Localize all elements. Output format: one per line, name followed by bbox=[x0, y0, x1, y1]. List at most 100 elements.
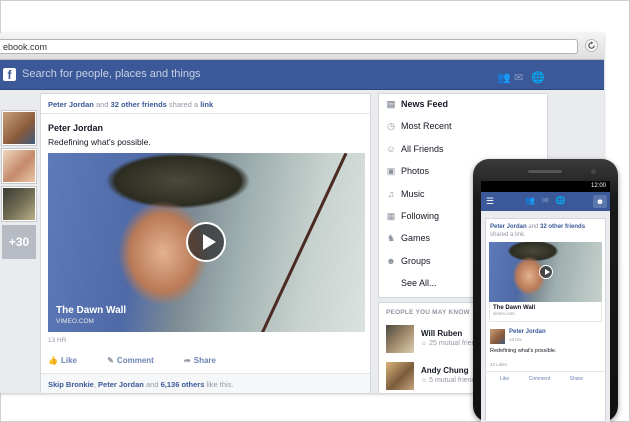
nav-label: Games bbox=[401, 233, 431, 244]
nav-label: Groups bbox=[401, 255, 431, 266]
friends-link[interactable]: 32 other friends bbox=[111, 100, 167, 109]
avatar[interactable] bbox=[2, 149, 36, 183]
reload-icon[interactable] bbox=[585, 39, 598, 52]
pymk-name[interactable]: Andy Chung bbox=[421, 366, 469, 375]
search-input[interactable]: Search for people, places and things bbox=[22, 68, 201, 80]
comment-button[interactable]: Comment bbox=[529, 376, 551, 382]
story-actions: 👍 Like ✎ Comment ➦ Share bbox=[48, 356, 244, 365]
phone-story-text: Redefining what's possible. bbox=[490, 348, 557, 354]
notifications-icon[interactable]: 🌐 bbox=[556, 196, 566, 205]
comment-label: Comment bbox=[116, 356, 154, 365]
header-and: and bbox=[95, 100, 109, 109]
phone-timestamp: 13 hrs bbox=[509, 337, 522, 342]
phone-facebook-bar: ☰ 👥 ✉ 🌐 ☻ bbox=[481, 192, 610, 211]
liker-link[interactable]: Skip Bronkie bbox=[48, 380, 94, 389]
liker-link[interactable]: Peter Jordan bbox=[98, 380, 144, 389]
avatar[interactable] bbox=[386, 362, 414, 390]
video-rope bbox=[251, 153, 348, 332]
address-bar[interactable]: ebook.com bbox=[0, 39, 578, 54]
photos-icon: ▣ bbox=[386, 166, 396, 177]
phone-speaker bbox=[528, 170, 562, 173]
nav-all-friends[interactable]: ☺ All Friends bbox=[379, 139, 547, 161]
nav-label: Most Recent bbox=[401, 121, 452, 132]
friend-requests-icon[interactable]: 👥 bbox=[497, 72, 511, 84]
actor-link[interactable]: Peter Jordan bbox=[490, 224, 527, 230]
actor-link[interactable]: Peter Jordan bbox=[48, 100, 94, 109]
share-button[interactable]: Share bbox=[570, 376, 583, 382]
story-timestamp[interactable]: 13 HR bbox=[48, 337, 66, 344]
play-icon[interactable] bbox=[186, 222, 226, 262]
avatar[interactable] bbox=[2, 111, 36, 145]
shared-link[interactable]: link bbox=[200, 100, 213, 109]
avatar[interactable] bbox=[386, 325, 414, 353]
pymk-name[interactable]: Will Ruben bbox=[421, 329, 462, 338]
avatar[interactable] bbox=[490, 329, 505, 344]
pymk-mutual: ☺ 5 mutual friends bbox=[421, 377, 479, 384]
nav-label: All Friends bbox=[401, 143, 444, 154]
groups-icon: ☻ bbox=[386, 255, 396, 266]
nav-news-feed[interactable]: ▤ News Feed bbox=[379, 94, 547, 116]
like-button[interactable]: 👍 Like bbox=[48, 356, 91, 365]
nav-label: Music bbox=[401, 188, 425, 199]
friends-icon: ☺ bbox=[386, 143, 396, 154]
menu-icon[interactable]: ☰ bbox=[486, 196, 494, 207]
following-icon: ▦ bbox=[386, 210, 396, 221]
facebook-logo-icon[interactable]: f bbox=[3, 68, 16, 82]
comment-button[interactable]: ✎ Comment bbox=[107, 356, 168, 365]
like-label: Like bbox=[60, 356, 77, 365]
friends-list-icon[interactable]: ☻ bbox=[593, 195, 607, 208]
avatar[interactable] bbox=[2, 187, 36, 221]
jewel-icons: 👥 ✉ 🌐 bbox=[497, 68, 548, 86]
phone-author[interactable]: Peter Jordan bbox=[509, 329, 546, 335]
phone-video-thumbnail[interactable] bbox=[489, 242, 602, 302]
video-title[interactable]: The Dawn Wall bbox=[56, 305, 126, 316]
browser-toolbar: ebook.com bbox=[0, 33, 604, 60]
messages-icon[interactable]: ✉ bbox=[542, 196, 549, 205]
phone-link-source: vimeo.com bbox=[493, 311, 515, 316]
like-button[interactable]: Like bbox=[500, 376, 509, 382]
pymk-mutual-text: 5 mutual friends bbox=[429, 377, 479, 384]
more-friends-count[interactable]: +30 bbox=[2, 225, 36, 259]
story-text: Redefining what's possible. bbox=[48, 137, 151, 147]
likers-others-link[interactable]: 6,136 others bbox=[161, 380, 205, 389]
video-thumbnail[interactable]: The Dawn Wall VIMEO.COM bbox=[48, 153, 365, 332]
phone-story-header: Peter Jordan and 32 other friends shared… bbox=[486, 219, 605, 239]
phone-actions: Like Comment Share bbox=[486, 371, 605, 382]
news-feed-icon: ▤ bbox=[386, 99, 396, 109]
share-icon: ➦ bbox=[184, 356, 191, 365]
phone-likes[interactable]: 42 Likes bbox=[490, 362, 507, 367]
notifications-icon[interactable]: 🌐 bbox=[531, 72, 545, 84]
nav-label: Photos bbox=[401, 166, 430, 177]
friends-rail: +30 bbox=[2, 111, 38, 259]
games-icon: ♞ bbox=[386, 233, 396, 244]
friends-link[interactable]: 32 other friends bbox=[540, 224, 585, 230]
phone-link-box[interactable]: The Dawn Wall vimeo.com bbox=[489, 303, 602, 322]
nav-most-recent[interactable]: ◷ Most Recent bbox=[379, 116, 547, 138]
music-icon: ♫ bbox=[387, 188, 395, 199]
video-source: VIMEO.COM bbox=[56, 318, 94, 325]
share-button[interactable]: ➦ Share bbox=[184, 356, 230, 365]
phone-status-bar: 12:00 bbox=[481, 181, 610, 192]
thumbs-up-icon: 👍 bbox=[48, 356, 58, 365]
phone-link-title: The Dawn Wall bbox=[493, 305, 536, 311]
likes-and: and bbox=[145, 380, 159, 389]
header-action: shared a link. bbox=[490, 232, 526, 238]
phone-story: Peter Jordan and 32 other friends shared… bbox=[485, 218, 606, 422]
header-and: and bbox=[528, 224, 539, 230]
likes-suffix: like this. bbox=[206, 380, 234, 389]
share-label: Share bbox=[193, 356, 216, 365]
mutual-friends-icon: ☺ bbox=[421, 378, 428, 384]
messages-icon[interactable]: ✉ bbox=[514, 72, 526, 84]
news-feed-story: Peter Jordan and 32 other friends shared… bbox=[40, 93, 371, 393]
mutual-friends-icon: ☺ bbox=[421, 341, 428, 347]
header-action: shared a bbox=[168, 100, 199, 109]
play-icon[interactable] bbox=[539, 265, 553, 279]
story-author[interactable]: Peter Jordan bbox=[48, 123, 103, 133]
facebook-top-bar: f Search for people, places and things 👥… bbox=[0, 60, 604, 90]
phone-jewel-icons: 👥 ✉ 🌐 bbox=[525, 196, 573, 205]
friend-requests-icon[interactable]: 👥 bbox=[525, 196, 535, 205]
story-likes: Skip Bronkie, Peter Jordan and 6,136 oth… bbox=[41, 373, 370, 393]
nav-label: See All... bbox=[401, 278, 437, 289]
phone-screen: 12:00 ☰ 👥 ✉ 🌐 ☻ Peter Jordan and 32 other … bbox=[481, 181, 610, 422]
phone-device: 12:00 ☰ 👥 ✉ 🌐 ☻ Peter Jordan and 32 other … bbox=[473, 159, 618, 422]
